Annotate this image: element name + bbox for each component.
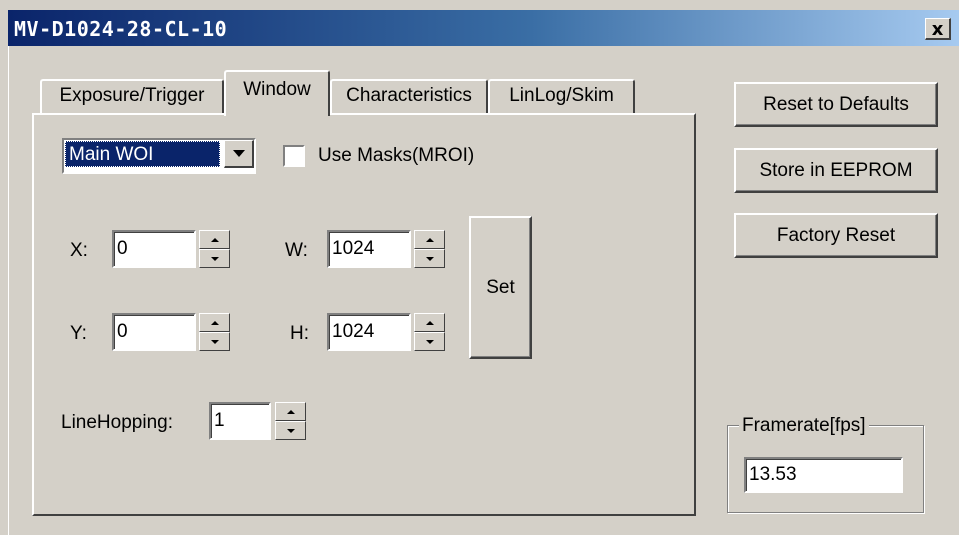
tab-exposure-trigger[interactable]: Exposure/Trigger [40,79,224,113]
tab-characteristics[interactable]: Characteristics [330,79,488,113]
set-button[interactable]: Set [469,216,532,359]
use-masks-label: Use Masks(MROI) [318,145,475,166]
window-title: MV-D1024-28-CL-10 [14,17,228,41]
h-field[interactable]: 1024 [327,313,411,351]
tab-window[interactable]: Window [224,70,330,116]
h-spinner[interactable] [414,313,445,351]
close-button[interactable]: x [925,18,951,40]
spin-down-icon[interactable] [199,332,230,351]
woi-select-value: Main WOI [65,141,220,167]
tab-linlog-skim[interactable]: LinLog/Skim [488,79,635,113]
spin-up-icon[interactable] [275,402,306,421]
spin-up-icon[interactable] [414,230,445,249]
use-masks-checkbox[interactable] [283,145,305,167]
w-field[interactable]: 1024 [327,230,411,268]
y-spinner[interactable] [199,313,230,351]
spin-down-icon[interactable] [275,421,306,440]
spin-up-icon[interactable] [414,313,445,332]
woi-select[interactable]: Main WOI [62,138,256,174]
spin-up-icon[interactable] [199,313,230,332]
store-eeprom-button[interactable]: Store in EEPROM [734,148,938,193]
spin-down-icon[interactable] [414,249,445,268]
h-label: H: [290,323,309,344]
framerate-field: 13.53 [744,457,903,493]
window-border [8,46,9,535]
close-icon: x [931,19,944,40]
x-label: X: [70,240,88,261]
framerate-label: Framerate[fps] [739,415,869,437]
factory-reset-button[interactable]: Factory Reset [734,213,938,258]
y-field[interactable]: 0 [112,313,196,351]
line-hopping-spinner[interactable] [275,402,306,440]
title-bar[interactable]: MV-D1024-28-CL-10 [8,10,959,46]
reset-defaults-button[interactable]: Reset to Defaults [734,82,938,127]
spin-down-icon[interactable] [414,332,445,351]
x-spinner[interactable] [199,230,230,268]
dialog-window: MV-D1024-28-CL-10 x Exposure/Trigger Win… [0,0,959,535]
spin-up-icon[interactable] [199,230,230,249]
chevron-down-icon[interactable] [224,140,254,168]
w-label: W: [285,240,308,261]
w-spinner[interactable] [414,230,445,268]
line-hopping-field[interactable]: 1 [209,402,271,440]
line-hopping-label: LineHopping: [61,412,173,433]
x-field[interactable]: 0 [112,230,196,268]
y-label: Y: [70,323,87,344]
spin-down-icon[interactable] [199,249,230,268]
